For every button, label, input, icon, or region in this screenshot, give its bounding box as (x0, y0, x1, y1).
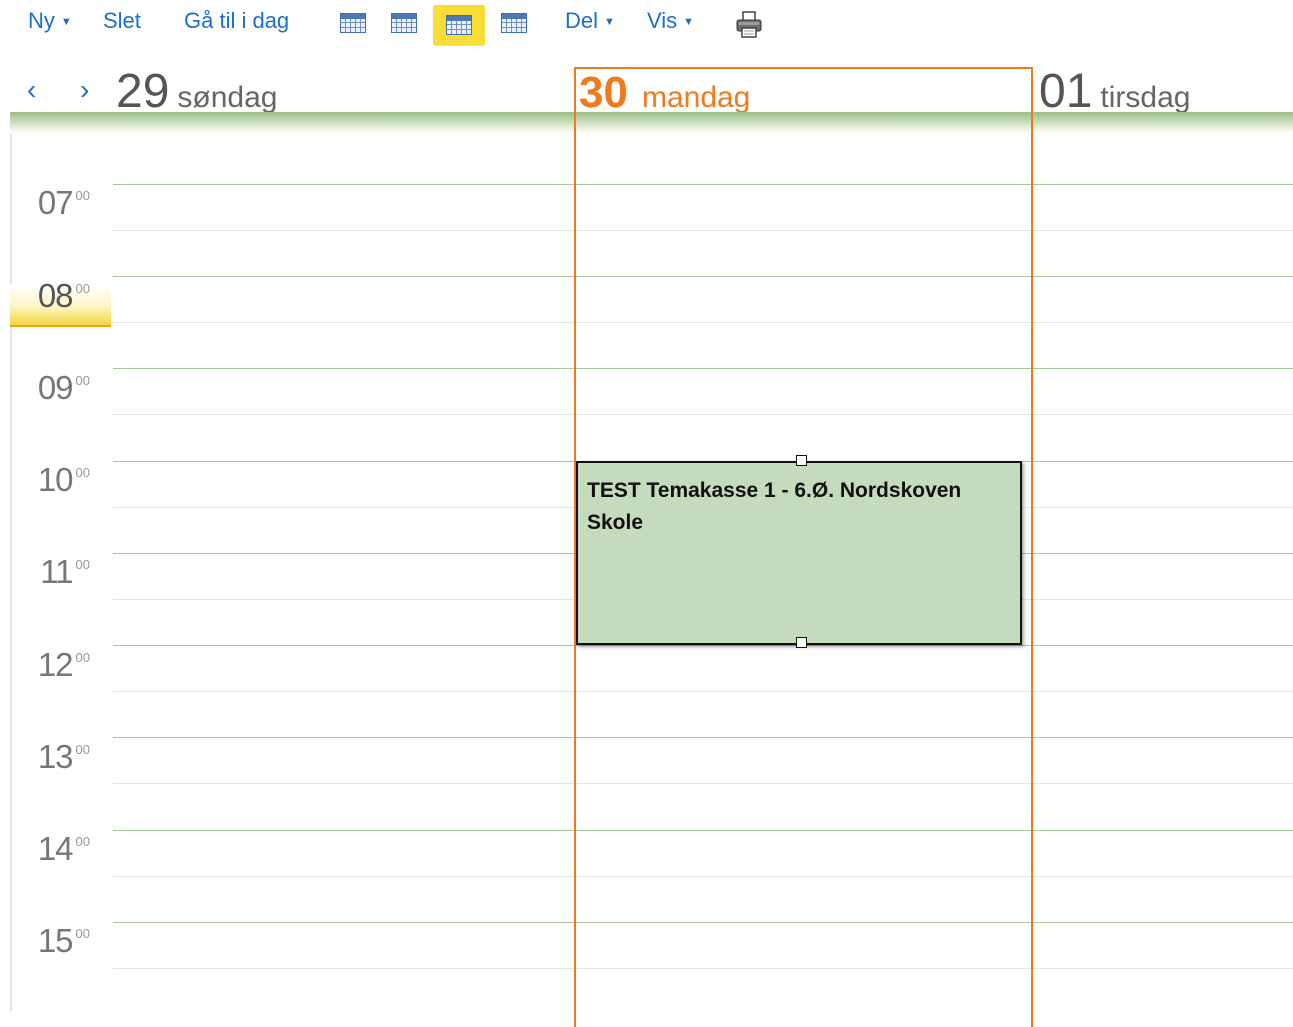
share-label: Del (565, 8, 599, 33)
time-label: 09 00 (0, 369, 90, 407)
day-name: tirsdag (1100, 81, 1191, 114)
time-label: 10 00 (0, 461, 90, 499)
next-button[interactable]: › (80, 74, 89, 106)
time-label: 14 00 (0, 830, 90, 868)
view-menu-button[interactable]: Vis ▼ (647, 8, 694, 34)
goto-today-button[interactable]: Gå til i dag (184, 8, 289, 34)
hour-text: 07 (37, 184, 74, 221)
day-number: 01 (1039, 65, 1093, 118)
time-label: 15 00 (0, 922, 90, 960)
time-label: 12 00 (0, 646, 90, 684)
goto-today-label: Gå til i dag (184, 8, 290, 33)
minutes-text: 00 (75, 465, 90, 480)
day-header-sunday[interactable]: 29 søndag (116, 64, 277, 119)
calendar-month-view-button[interactable] (500, 12, 528, 34)
chevron-down-icon: ▼ (683, 16, 695, 28)
calendar-workweek-view-button[interactable] (390, 12, 418, 34)
event-resize-handle-bottom[interactable] (796, 637, 807, 648)
print-button[interactable] (733, 10, 765, 40)
event-title: TEST Temakasse 1 - 6.Ø. Nordskoven Skole (587, 479, 962, 534)
day-header-tuesday[interactable]: 01 tirsdag (1039, 64, 1190, 119)
day-name: søndag (177, 81, 278, 114)
minutes-text: 00 (75, 373, 90, 388)
time-label: 07 00 (0, 184, 90, 222)
hour-text: 10 (37, 461, 74, 498)
hour-text: 14 (37, 830, 74, 867)
minutes-text: 00 (75, 742, 90, 757)
minutes-text: 00 (75, 926, 90, 941)
calendar-week-icon (446, 15, 472, 35)
new-label: Ny (28, 8, 55, 33)
hour-text: 15 (37, 922, 74, 959)
printer-icon (736, 11, 762, 38)
time-label: 13 00 (0, 738, 90, 776)
day-number: 29 (116, 65, 170, 118)
calendar-day-view-button[interactable] (339, 12, 367, 34)
calendar-month-icon (501, 13, 527, 33)
chevron-down-icon: ▼ (60, 16, 72, 28)
share-menu-button[interactable]: Del ▼ (565, 8, 615, 34)
toolbar: Ny ▼ Slet Gå til i dag Del ▼ Vis ▼ (0, 0, 1293, 50)
minutes-text: 00 (75, 188, 90, 203)
calendar-event[interactable]: TEST Temakasse 1 - 6.Ø. Nordskoven Skole (576, 455, 1022, 648)
hour-text: 11 (40, 553, 73, 590)
hour-text: 13 (37, 738, 74, 775)
previous-button[interactable]: ‹ (27, 74, 36, 106)
hour-text: 09 (37, 369, 74, 406)
hour-text: 08 (37, 277, 74, 314)
minutes-text: 00 (75, 834, 90, 849)
calendar-week-view-button[interactable] (433, 5, 485, 45)
delete-label: Slet (103, 8, 141, 33)
event-resize-handle-top[interactable] (796, 455, 807, 466)
chevron-right-icon: › (80, 74, 90, 105)
minutes-text: 00 (75, 557, 90, 572)
chevron-down-icon: ▼ (604, 16, 615, 28)
minutes-text: 00 (75, 650, 90, 665)
time-label: 11 00 (0, 553, 90, 591)
hour-text: 12 (37, 646, 74, 683)
delete-button[interactable]: Slet (103, 8, 141, 34)
minutes-text: 00 (75, 281, 90, 296)
chevron-left-icon: ‹ (27, 74, 37, 105)
calendar-workweek-icon (391, 13, 417, 33)
calendar-day-icon (340, 13, 366, 33)
view-label: Vis (647, 8, 678, 33)
time-label-current: 08 00 (0, 277, 90, 315)
new-menu-button[interactable]: Ny ▼ (28, 8, 72, 34)
